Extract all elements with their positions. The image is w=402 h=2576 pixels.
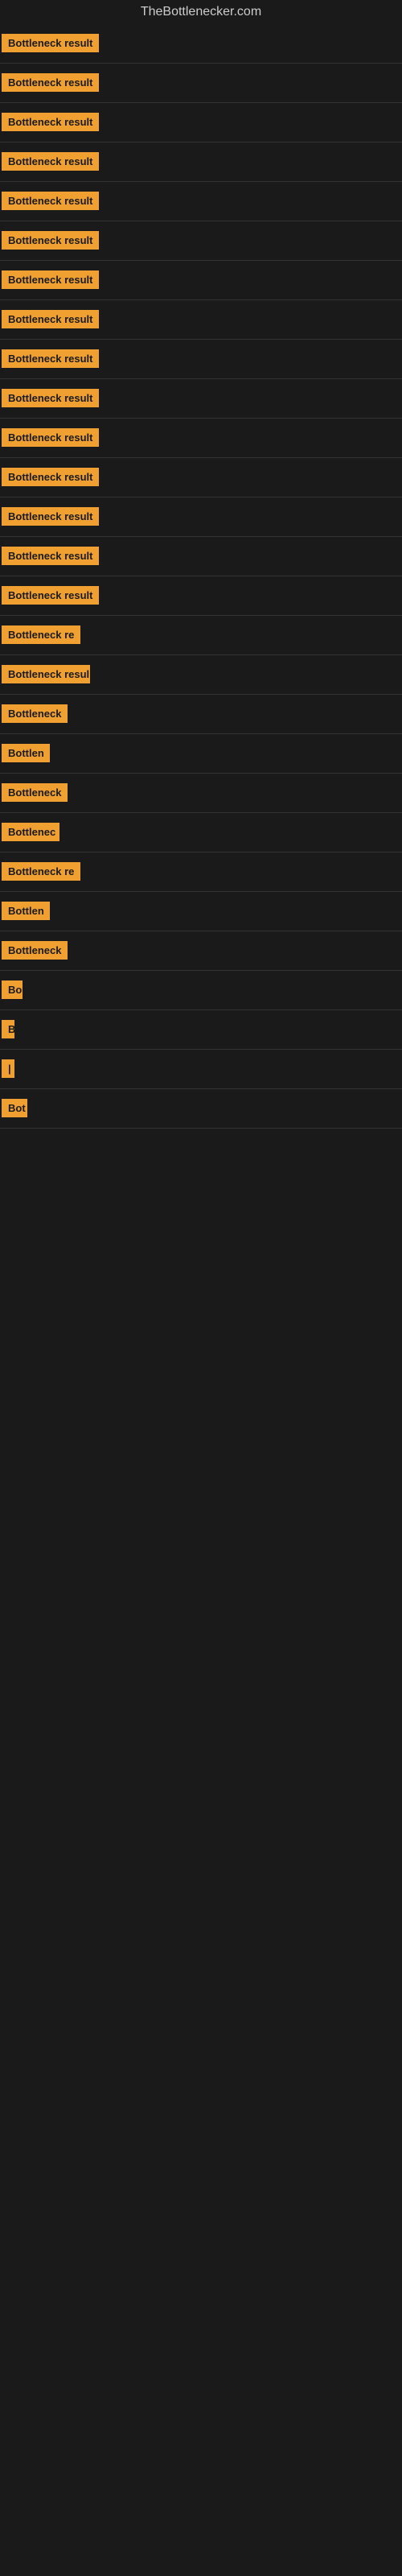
- bottleneck-result-label: Bottleneck result: [2, 428, 99, 447]
- bottleneck-result-label: Bottleneck result: [2, 270, 99, 289]
- separator: [0, 63, 402, 64]
- bottleneck-result-label: Bottleneck: [2, 783, 68, 802]
- separator: [0, 260, 402, 261]
- bottleneck-result-label: Bottleneck result: [2, 73, 99, 92]
- separator: [0, 654, 402, 655]
- bottleneck-result-label: Bottleneck result: [2, 34, 99, 52]
- separator: [0, 102, 402, 103]
- separator: [0, 773, 402, 774]
- separator: [0, 812, 402, 813]
- list-item: Bottleneck result: [0, 302, 402, 337]
- bottleneck-result-label: Bottleneck result: [2, 310, 99, 328]
- list-item: Bottlen: [0, 894, 402, 929]
- separator: [0, 418, 402, 419]
- separator: [0, 733, 402, 734]
- list-item: Bottleneck re: [0, 854, 402, 890]
- bottleneck-result-label: Bottleneck result: [2, 586, 99, 605]
- bottleneck-result-label: Bottleneck result: [2, 192, 99, 210]
- separator: [0, 694, 402, 695]
- separator: [0, 891, 402, 892]
- list-item: Bottleneck: [0, 775, 402, 811]
- list-item: Bottleneck result: [0, 460, 402, 495]
- bottleneck-list: Bottleneck result Bottleneck result Bottle…: [0, 24, 402, 1615]
- list-item: Bottleneck result: [0, 341, 402, 377]
- separator: [0, 1049, 402, 1050]
- list-item: Bottleneck result: [0, 539, 402, 574]
- site-title-bar: TheBottlenecker.com: [0, 0, 402, 24]
- list-item: Bottleneck result: [0, 105, 402, 140]
- separator: [0, 181, 402, 182]
- list-item: Bottleneck: [0, 933, 402, 968]
- list-item: Bottleneck result: [0, 65, 402, 101]
- list-item: Bot: [0, 1091, 402, 1126]
- list-item: Bottlenec: [0, 815, 402, 850]
- separator: [0, 299, 402, 300]
- list-item: Bottleneck result: [0, 262, 402, 298]
- bottleneck-result-label: Bot: [2, 1099, 27, 1117]
- separator: [0, 457, 402, 458]
- bottleneck-result-label: Bottleneck result: [2, 389, 99, 407]
- list-item: Bottleneck result: [0, 223, 402, 258]
- list-item: Bottleneck result: [0, 26, 402, 61]
- list-item: Bottleneck result: [0, 578, 402, 613]
- separator: [0, 536, 402, 537]
- separator: [0, 339, 402, 340]
- separator: [0, 970, 402, 971]
- list-item: Bo: [0, 972, 402, 1008]
- bottleneck-result-label: Bo: [2, 980, 23, 999]
- list-item: Bottleneck result: [0, 184, 402, 219]
- separator: [0, 615, 402, 616]
- bottleneck-result-label: Bottleneck result: [2, 349, 99, 368]
- bottleneck-result-label: Bottlen: [2, 744, 50, 762]
- bottleneck-result-label: Bottlenec: [2, 823, 59, 841]
- bottleneck-result-label: Bottleneck resul: [2, 665, 90, 683]
- list-item: Bottleneck resul: [0, 657, 402, 692]
- site-title: TheBottlenecker.com: [0, 0, 402, 24]
- bottleneck-result-label: Bottleneck result: [2, 468, 99, 486]
- list-item: Bottlen: [0, 736, 402, 771]
- bottleneck-result-label: Bottleneck result: [2, 152, 99, 171]
- bottleneck-result-label: Bottleneck result: [2, 507, 99, 526]
- bottleneck-result-label: Bottlen: [2, 902, 50, 920]
- list-item: B: [0, 1012, 402, 1047]
- separator: [0, 1128, 402, 1129]
- separator: [0, 1088, 402, 1089]
- list-item: Bottleneck: [0, 696, 402, 732]
- bottleneck-result-label: Bottleneck: [2, 941, 68, 960]
- list-item: Bottleneck result: [0, 499, 402, 535]
- bottleneck-result-label: B: [2, 1020, 14, 1038]
- list-item: Bottleneck result: [0, 381, 402, 416]
- bottleneck-result-label: Bottleneck re: [2, 862, 80, 881]
- bottleneck-result-label: |: [2, 1059, 14, 1078]
- bottleneck-result-label: Bottleneck re: [2, 625, 80, 644]
- bottleneck-result-label: Bottleneck result: [2, 231, 99, 250]
- list-item: Bottleneck result: [0, 144, 402, 180]
- separator: [0, 1009, 402, 1010]
- list-item: Bottleneck re: [0, 617, 402, 653]
- bottleneck-result-label: Bottleneck result: [2, 113, 99, 131]
- bottleneck-result-label: Bottleneck result: [2, 547, 99, 565]
- list-item: |: [0, 1051, 402, 1087]
- list-item: Bottleneck result: [0, 420, 402, 456]
- bottleneck-result-label: Bottleneck: [2, 704, 68, 723]
- separator: [0, 378, 402, 379]
